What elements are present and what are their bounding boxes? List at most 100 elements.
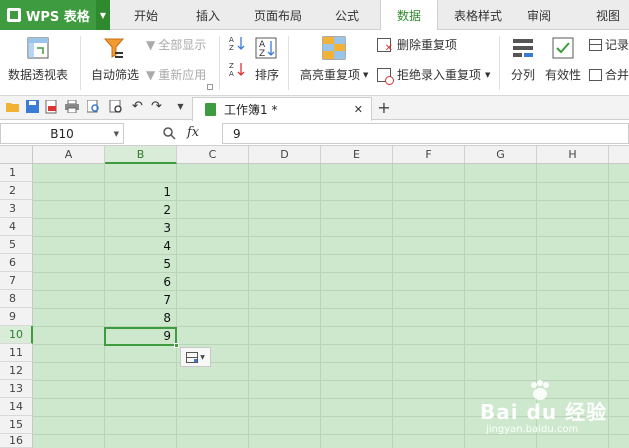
row-header-11[interactable]: 11 bbox=[0, 344, 33, 362]
split-columns-button[interactable]: 分列 bbox=[511, 66, 535, 83]
row-header-4[interactable]: 4 bbox=[0, 218, 33, 236]
column-header-d[interactable]: D bbox=[249, 146, 321, 164]
tab-page-layout[interactable]: 页面布局 bbox=[244, 0, 312, 30]
dialog-launcher-icon[interactable] bbox=[207, 84, 213, 90]
pivot-table-icon[interactable] bbox=[27, 37, 49, 59]
tab-view[interactable]: 视图 bbox=[588, 0, 628, 30]
row-header-10[interactable]: 10 bbox=[0, 326, 33, 344]
column-header-a[interactable]: A bbox=[33, 146, 105, 164]
row-header-9[interactable]: 9 bbox=[0, 308, 33, 326]
data-validity-icon[interactable] bbox=[552, 37, 574, 59]
row-header-14[interactable]: 14 bbox=[0, 398, 33, 416]
cell-b6[interactable]: 5 bbox=[105, 255, 176, 273]
row-header-7[interactable]: 7 bbox=[0, 272, 33, 290]
highlight-duplicates-button[interactable]: 高亮重复项 ▼ bbox=[300, 66, 368, 83]
print-icon[interactable] bbox=[64, 99, 79, 114]
save-icon[interactable] bbox=[25, 99, 40, 114]
column-header-g[interactable]: G bbox=[465, 146, 537, 164]
show-all-button[interactable]: ▼ 全部显示 bbox=[146, 36, 206, 53]
remove-duplicates-button[interactable]: ✕ 删除重复项 bbox=[377, 36, 457, 53]
remove-duplicates-icon: ✕ bbox=[377, 37, 393, 53]
merge-label: 合并 bbox=[605, 68, 629, 82]
sort-icon[interactable]: AZ bbox=[254, 36, 278, 60]
name-box[interactable]: B10 ▼ bbox=[0, 123, 124, 144]
cell-b4[interactable]: 3 bbox=[105, 219, 176, 237]
reapply-button[interactable]: ▼ 重新应用 bbox=[146, 66, 206, 83]
formula-input[interactable]: 9 bbox=[222, 123, 629, 144]
column-header-e[interactable]: E bbox=[321, 146, 393, 164]
cell-b9[interactable]: 8 bbox=[105, 309, 176, 327]
tab-formula[interactable]: 公式 bbox=[322, 0, 372, 30]
column-header-c[interactable]: C bbox=[177, 146, 249, 164]
row-header-1[interactable]: 1 bbox=[0, 164, 33, 182]
zoom-search-icon[interactable] bbox=[162, 126, 176, 140]
sort-button[interactable]: 排序 bbox=[255, 66, 279, 83]
undo-icon[interactable]: ↶ bbox=[130, 99, 145, 114]
row-header-label: 10 bbox=[9, 328, 23, 341]
tab-data[interactable]: 数据 bbox=[380, 0, 438, 31]
merge-icon bbox=[589, 68, 602, 81]
column-header-f[interactable]: F bbox=[393, 146, 465, 164]
reject-duplicates-button[interactable]: 拒绝录入重复项 ▼ bbox=[377, 66, 491, 85]
cell-b8[interactable]: 7 bbox=[105, 291, 176, 309]
dropdown-arrow-icon: ▼ bbox=[485, 70, 491, 79]
fill-handle[interactable] bbox=[174, 343, 179, 348]
row-header-6[interactable]: 6 bbox=[0, 254, 33, 272]
tab-review[interactable]: 审阅 bbox=[518, 0, 560, 30]
row-header-2[interactable]: 2 bbox=[0, 182, 33, 200]
document-tab[interactable]: 工作簿1 * ✕ bbox=[192, 97, 372, 121]
row-header-8[interactable]: 8 bbox=[0, 290, 33, 308]
highlight-duplicates-icon[interactable] bbox=[322, 36, 346, 60]
close-tab-icon[interactable]: ✕ bbox=[354, 103, 363, 116]
column-header-i[interactable] bbox=[609, 146, 629, 164]
sort-ascending-icon[interactable]: AZ bbox=[229, 35, 245, 52]
record-button[interactable]: 记录 bbox=[589, 36, 629, 53]
reapply-icon: ▼ bbox=[146, 67, 156, 82]
cell-b3[interactable]: 2 bbox=[105, 201, 176, 219]
customize-dropdown-icon[interactable]: ▼ bbox=[173, 99, 188, 114]
column-header-label: G bbox=[496, 148, 505, 161]
export-pdf-icon[interactable] bbox=[44, 99, 59, 114]
autofill-options-button[interactable]: ▼ bbox=[180, 347, 211, 367]
data-validity-button[interactable]: 有效性 bbox=[545, 66, 581, 83]
select-all-corner[interactable] bbox=[0, 146, 33, 164]
row-header-12[interactable]: 12 bbox=[0, 362, 33, 380]
pivot-table-button[interactable]: 数据透视表 bbox=[8, 66, 68, 83]
row-header-15[interactable]: 15 bbox=[0, 416, 33, 434]
row-header-13[interactable]: 13 bbox=[0, 380, 33, 398]
fx-insert-function-button[interactable]: fx bbox=[187, 125, 199, 140]
autofilter-button[interactable]: 自动筛选 bbox=[91, 66, 139, 83]
logo-dropdown-arrow-icon[interactable]: ▼ bbox=[96, 0, 110, 30]
gridline bbox=[248, 164, 249, 448]
cell-b5[interactable]: 4 bbox=[105, 237, 176, 255]
column-header-label: F bbox=[425, 148, 432, 161]
split-columns-icon[interactable] bbox=[512, 37, 534, 59]
row-header-3[interactable]: 3 bbox=[0, 200, 33, 218]
column-header-b[interactable]: B bbox=[105, 146, 177, 164]
row-header-label: 12 bbox=[9, 364, 23, 377]
wps-logo-button[interactable]: WPS 表格 bbox=[0, 0, 96, 30]
column-header-h[interactable]: H bbox=[537, 146, 609, 164]
tab-home[interactable]: 开始 bbox=[120, 0, 172, 30]
name-box-dropdown-icon[interactable]: ▼ bbox=[114, 130, 119, 138]
row-header-16[interactable]: 16 bbox=[0, 434, 33, 448]
row-header-label: 1 bbox=[9, 166, 16, 179]
tab-insert[interactable]: 插入 bbox=[182, 0, 234, 30]
open-folder-icon[interactable] bbox=[5, 99, 20, 114]
redo-icon[interactable]: ↷ bbox=[149, 99, 164, 114]
filter-funnel-icon[interactable] bbox=[102, 36, 126, 60]
find-icon[interactable] bbox=[108, 99, 123, 114]
new-tab-plus-icon[interactable]: + bbox=[376, 98, 392, 117]
print-preview-icon[interactable] bbox=[86, 99, 101, 114]
show-all-label: 全部显示 bbox=[158, 38, 207, 52]
workbook-icon bbox=[205, 103, 216, 116]
ribbon-separator bbox=[288, 36, 289, 90]
sort-descending-icon[interactable]: ZA bbox=[229, 61, 245, 78]
svg-text:Z: Z bbox=[259, 49, 265, 59]
column-header-label: A bbox=[64, 148, 73, 161]
cell-b7[interactable]: 6 bbox=[105, 273, 176, 291]
row-header-5[interactable]: 5 bbox=[0, 236, 33, 254]
tab-table-style[interactable]: 表格样式 bbox=[446, 0, 510, 30]
merge-button[interactable]: 合并 bbox=[589, 66, 629, 83]
cell-b2[interactable]: 1 bbox=[105, 183, 176, 201]
